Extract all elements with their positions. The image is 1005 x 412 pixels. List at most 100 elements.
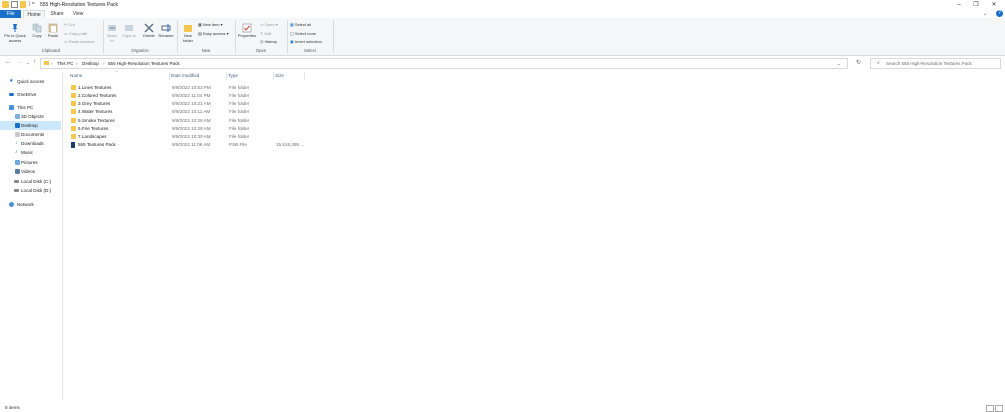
nav-pictures[interactable]: Pictures xyxy=(0,158,61,167)
address-bar[interactable]: › This PC › Desktop › 555 High-Resolutio… xyxy=(40,58,848,69)
back-arrow-icon[interactable]: ← xyxy=(5,59,11,65)
breadcrumb-current-folder[interactable]: 555 High-Resolution Textures Pack xyxy=(108,61,180,66)
nav-onedrive[interactable]: OneDrive xyxy=(0,90,61,99)
search-input[interactable]: Search 555 High-Resolution Textures Pack xyxy=(886,61,972,66)
nav-local-disk-d[interactable]: Local Disk (D:) xyxy=(0,186,61,195)
ribbon-expand-icon[interactable]: ⌄ xyxy=(983,11,987,17)
nav-label: Music xyxy=(21,150,33,155)
breadcrumb-desktop[interactable]: Desktop xyxy=(82,61,99,66)
nav-downloads[interactable]: ↓ Downloads xyxy=(0,139,61,148)
move-to-button[interactable]: Move to xyxy=(105,23,119,43)
folder-icon xyxy=(71,85,76,90)
column-separator[interactable] xyxy=(169,72,170,80)
forward-arrow-icon[interactable]: → xyxy=(16,59,22,65)
nav-local-disk-c[interactable]: Local Disk (C:) xyxy=(0,177,61,186)
desktop-icon xyxy=(15,123,20,128)
tab-home[interactable]: Home xyxy=(23,10,45,18)
pin-to-quick-access-button[interactable]: Pin to Quick access xyxy=(2,23,28,43)
nav-music[interactable]: ♪ Music xyxy=(0,148,61,157)
video-icon xyxy=(15,169,20,174)
quick-access-toolbar-dropdown[interactable]: | = xyxy=(29,1,35,7)
open-button[interactable]: ▭ Open ▾ xyxy=(260,22,278,27)
file-row[interactable]: 3.Grey Textures 9/9/2022 10:21 AM File f… xyxy=(68,100,308,108)
file-date: 9/9/2022 10:28 AM xyxy=(172,126,211,131)
file-name: 4.Water Textures xyxy=(78,109,113,114)
file-type: File folder xyxy=(229,134,250,139)
cut-label: Cut xyxy=(68,22,75,27)
file-name: 1.Lines Textures xyxy=(78,85,112,90)
large-icons-view-icon[interactable] xyxy=(995,405,1003,412)
history-label: History xyxy=(264,39,278,44)
select-all-button[interactable]: ▦ Select all xyxy=(290,22,311,27)
file-row[interactable]: 1.Lines Textures 9/9/2022 10:53 PM File … xyxy=(68,84,308,92)
file-row[interactable]: 2.Colored Textures 9/9/2022 11:04 PM Fil… xyxy=(68,92,308,100)
tab-file[interactable]: File xyxy=(0,10,21,18)
file-row[interactable]: 7.Landscapes 9/9/2022 10:30 AM File fold… xyxy=(68,133,308,141)
nav-desktop[interactable]: Desktop xyxy=(0,121,61,130)
move-to-icon xyxy=(108,25,116,31)
new-group-label: New xyxy=(201,48,211,53)
delete-button[interactable]: Delete xyxy=(141,23,157,39)
file-row[interactable]: 4.Water Textures 9/9/2022 10:11 AM File … xyxy=(68,108,308,116)
folder-icon xyxy=(71,109,76,114)
copy-path-button[interactable]: ▭ Copy path xyxy=(64,31,87,36)
copy-button[interactable]: Copy xyxy=(30,23,44,39)
paste-icon xyxy=(48,23,58,33)
column-header-date[interactable]: Date modified xyxy=(171,72,199,80)
properties-quick-icon[interactable] xyxy=(11,1,18,8)
column-separator[interactable] xyxy=(273,72,274,80)
breadcrumb-this-pc[interactable]: This PC xyxy=(57,61,73,66)
new-folder-quick-icon[interactable] xyxy=(20,1,26,8)
up-arrow-icon[interactable]: ↑ xyxy=(33,59,36,65)
new-folder-button[interactable]: New folder xyxy=(180,23,196,43)
status-bar: 8 items xyxy=(0,404,1005,412)
column-separator[interactable] xyxy=(304,72,305,80)
nav-quick-access[interactable]: ★ Quick access xyxy=(0,77,61,86)
file-row[interactable]: 555 Textures Pack 9/9/2022 11:06 AM PSB … xyxy=(68,141,308,149)
select-group-label: Select xyxy=(304,48,316,53)
column-headers: ^ Name Date modified Type Size xyxy=(68,69,308,80)
easy-access-button[interactable]: ▤ Easy access ▾ xyxy=(198,31,228,36)
help-icon[interactable]: ? xyxy=(996,10,1003,17)
copy-to-button[interactable]: Copy to xyxy=(122,23,136,39)
move-to-label: Move to xyxy=(107,33,117,43)
nav-network[interactable]: Network xyxy=(0,200,61,209)
history-button[interactable]: ◷ History xyxy=(260,39,277,44)
properties-button[interactable]: Properties xyxy=(237,23,257,39)
tab-share[interactable]: Share xyxy=(47,10,67,18)
edit-button[interactable]: ✎ Edit xyxy=(260,31,271,36)
refresh-icon[interactable]: ↻ xyxy=(856,59,861,66)
nav-documents[interactable]: Documents xyxy=(0,130,61,139)
nav-3d-objects[interactable]: 3D Objects xyxy=(0,112,61,121)
close-button[interactable]: ✕ xyxy=(983,0,1005,10)
column-header-type[interactable]: Type xyxy=(228,72,238,80)
rename-button[interactable]: Rename xyxy=(158,23,174,39)
file-type: File folder xyxy=(229,118,250,123)
nav-this-pc[interactable]: This PC xyxy=(0,103,61,112)
new-item-button[interactable]: ▦ New item ▾ xyxy=(198,22,223,27)
paste-button[interactable]: Paste xyxy=(46,23,60,39)
new-folder-icon xyxy=(184,25,192,32)
ribbon-tabs: File Home Share View ⌄ ? xyxy=(0,10,1005,18)
file-type: File folder xyxy=(229,126,250,131)
file-row[interactable]: 6.Fire Textures 9/9/2022 10:28 AM File f… xyxy=(68,125,308,133)
column-header-size[interactable]: Size xyxy=(275,72,284,80)
column-header-name[interactable]: Name xyxy=(70,72,82,80)
tab-view[interactable]: View xyxy=(68,10,88,18)
paste-shortcut-button[interactable]: ▭ Paste shortcut xyxy=(64,39,94,44)
invert-selection-button[interactable]: ▣ Invert selection xyxy=(290,39,322,44)
recent-locations-chevron-icon[interactable]: ⌄ xyxy=(26,60,29,65)
cut-button[interactable]: ✂ Cut xyxy=(64,22,75,27)
address-dropdown-chevron-icon[interactable]: ⌄ xyxy=(837,61,841,67)
file-row[interactable]: 5.Smoke Textures 9/9/2022 10:26 AM File … xyxy=(68,117,308,125)
paste-shortcut-label: Paste shortcut xyxy=(68,39,95,44)
column-separator[interactable] xyxy=(226,72,227,80)
search-box[interactable]: ⌕ Search 555 High-Resolution Textures Pa… xyxy=(870,58,1001,69)
computer-icon xyxy=(9,105,14,110)
details-view-icon[interactable] xyxy=(986,405,994,412)
nav-videos[interactable]: Videos xyxy=(0,167,61,176)
breadcrumb-separator-icon: › xyxy=(51,61,53,66)
select-none-button[interactable]: ▢ Select none xyxy=(290,31,316,36)
file-type: PSB File xyxy=(229,142,247,147)
file-size: 15,515,298 ... xyxy=(276,142,305,147)
